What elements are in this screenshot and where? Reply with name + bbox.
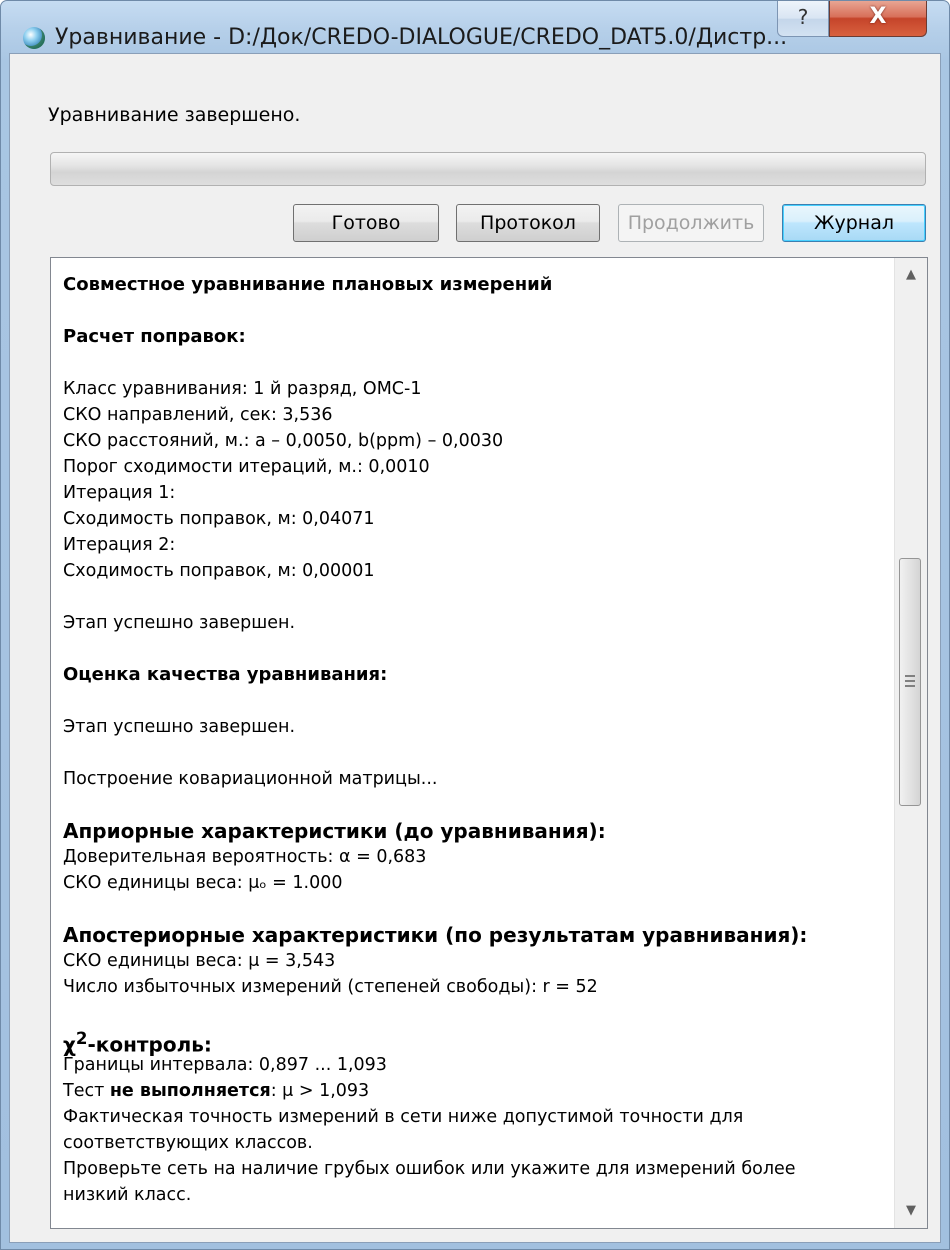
sko-directions-line: СКО направлений, сек: 3,536 [63,405,333,425]
chi-superscript: 2 [75,1029,88,1048]
note-line: Проверьте сеть на наличие грубых ошибок … [63,1159,796,1179]
done-button[interactable]: Готово [293,204,439,242]
test-prefix: Тест [63,1081,110,1101]
stage-done-line: Этап успешно завершен. [63,613,296,633]
test-result-bold: не выполняется [109,1081,271,1101]
test-suffix: : μ > 1,093 [270,1081,370,1101]
note-line: Фактическая точность измерений в сети ни… [63,1107,744,1127]
grip-icon [905,675,915,687]
help-button[interactable]: ? [777,1,829,37]
iteration-1-line: Итерация 1: [63,483,176,503]
stage-done-line: Этап успешно завершен. [63,717,296,737]
globe-icon [23,27,45,49]
scroll-up-arrow-icon[interactable]: ▲ [895,258,927,292]
confidence-line: Доверительная вероятность: α = 0,683 [63,847,427,867]
progress-bar [50,152,926,186]
iteration-2-line: Итерация 2: [63,535,176,555]
scrollbar-thumb[interactable] [899,558,921,806]
continue-button[interactable]: Продолжить [618,204,764,242]
close-button[interactable]: X [829,1,927,37]
convergence-threshold-line: Порог сходимости итераций, м.: 0,0010 [63,457,430,477]
convergence-1-line: Сходимость поправок, м: 0,04071 [63,509,375,529]
test-line: Тест не выполняется: μ > 1,093 [63,1078,883,1104]
vertical-scrollbar[interactable]: ▲ ▼ [894,258,927,1228]
convergence-2-line: Сходимость поправок, м: 0,00001 [63,561,375,581]
log-title: Совместное уравнивание плановых измерени… [63,274,553,295]
adjustment-class-line: Класс уравнивания: 1 й разряд, ОМС-1 [63,379,422,399]
note-line: низкий класс. [63,1185,192,1205]
covariance-line: Построение ковариационной матрицы... [63,769,438,789]
dialog-window: Уравнивание - D:/Док/CREDO-DIALOGUE/CRED… [0,0,950,1250]
title-bar[interactable]: Уравнивание - D:/Док/CREDO-DIALOGUE/CRED… [1,1,949,51]
journal-button[interactable]: Журнал [782,204,926,242]
dialog-client-area: Уравнивание завершено. Готово Протокол П… [9,53,941,1243]
sko-distances-line: СКО расстояний, м.: a – 0,0050, b(ppm) –… [63,431,504,451]
interval-line: Границы интервала: 0,897 ... 1,093 [63,1055,387,1075]
apriori-heading: Априорные характеристики (до уравнивания… [63,819,606,843]
scroll-down-arrow-icon[interactable]: ▼ [895,1194,927,1228]
window-title: Уравнивание - D:/Док/CREDO-DIALOGUE/CRED… [55,25,788,50]
status-text: Уравнивание завершено. [48,104,301,126]
log-textbox[interactable]: Совместное уравнивание плановых измерени… [50,257,928,1229]
sko-unit-weight-prior-line: СКО единицы веса: μₒ = 1.000 [63,873,343,893]
redundant-measurements-line: Число избыточных измерений (степеней сво… [63,977,598,997]
protocol-button[interactable]: Протокол [456,204,600,242]
corrections-heading: Расчет поправок: [63,326,246,347]
chi-square-heading: χ2-контроль: [63,1026,883,1057]
quality-heading: Оценка качества уравнивания: [63,664,388,685]
note-line: соответствующих классов. [63,1133,313,1153]
aposteriori-heading: Апостериорные характеристики (по результ… [63,923,808,947]
sko-unit-weight-post-line: СКО единицы веса: μ = 3,543 [63,951,336,971]
log-content: Совместное уравнивание плановых измерени… [63,272,883,1208]
